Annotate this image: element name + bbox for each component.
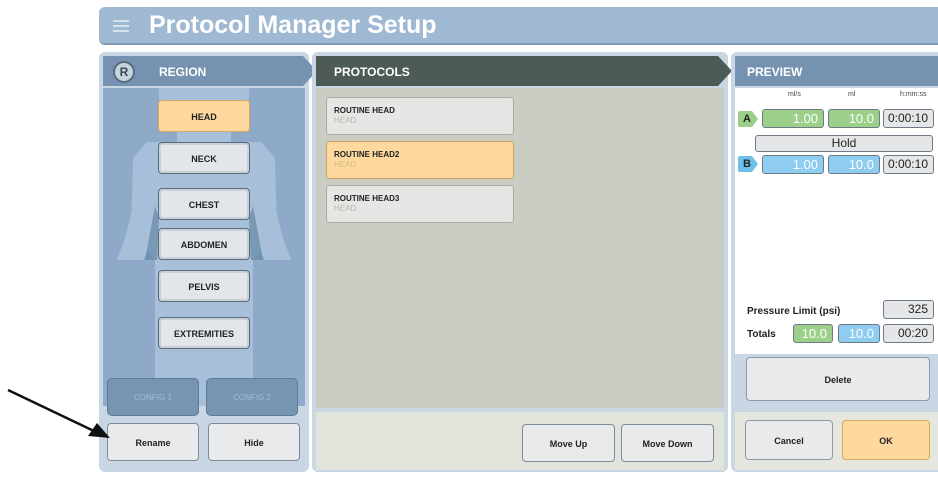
region-chest-button[interactable]: CHEST xyxy=(158,188,250,220)
phase-b-time: 0:00:10 xyxy=(883,155,934,174)
ok-button[interactable]: OK xyxy=(842,420,930,460)
rename-button[interactable]: Rename xyxy=(107,423,199,461)
pressure-limit-value: 325 xyxy=(883,300,934,319)
config-1-button[interactable]: CONFIG 1 xyxy=(107,378,199,416)
time-unit-label: h:mm:ss xyxy=(900,91,927,98)
hold-phase: Hold xyxy=(755,135,933,152)
page-title: Protocol Manager Setup xyxy=(149,11,437,39)
annotation-arrow-icon xyxy=(7,388,110,438)
region-header-label: REGION xyxy=(159,65,207,79)
protocol-item[interactable]: ROUTINE HEAD HEAD xyxy=(326,97,514,135)
protocol-item-selected[interactable]: ROUTINE HEAD2 HEAD xyxy=(326,141,514,179)
region-badge-icon: R xyxy=(113,61,135,83)
region-head-button[interactable]: HEAD xyxy=(158,100,250,132)
totals-time: 00:20 xyxy=(883,324,934,343)
totals-b: 10.0 xyxy=(838,324,880,343)
cancel-button[interactable]: Cancel xyxy=(745,420,833,460)
phase-a-rate: 1.00 xyxy=(762,109,824,128)
totals-label: Totals xyxy=(747,329,776,340)
region-neck-button[interactable]: NECK xyxy=(158,142,250,174)
region-pelvis-button[interactable]: PELVIS xyxy=(158,270,250,302)
phase-a-volume: 10.0 xyxy=(828,109,880,128)
phase-a-time: 0:00:10 xyxy=(883,109,934,128)
phase-b-volume: 10.0 xyxy=(828,155,880,174)
protocol-item[interactable]: ROUTINE HEAD3 HEAD xyxy=(326,185,514,223)
pressure-limit-label: Pressure Limit (psi) xyxy=(747,306,841,317)
volume-unit-label: ml xyxy=(848,91,856,98)
protocol-name: ROUTINE HEAD2 xyxy=(334,150,400,159)
menu-icon[interactable] xyxy=(113,20,129,32)
delete-button[interactable]: Delete xyxy=(746,357,930,401)
region-extremities-button[interactable]: EXTREMITIES xyxy=(158,317,250,349)
title-bar: Protocol Manager Setup xyxy=(99,7,938,45)
protocol-region: HEAD xyxy=(334,204,357,213)
protocol-name: ROUTINE HEAD xyxy=(334,106,395,115)
region-abdomen-button[interactable]: ABDOMEN xyxy=(158,228,250,260)
config-2-button[interactable]: CONFIG 2 xyxy=(206,378,298,416)
protocol-region: HEAD xyxy=(334,116,357,125)
hide-button[interactable]: Hide xyxy=(208,423,300,461)
protocols-list xyxy=(316,88,724,408)
totals-a: 10.0 xyxy=(793,324,833,343)
move-up-button[interactable]: Move Up xyxy=(522,424,615,462)
protocols-header: PROTOCOLS xyxy=(316,56,718,86)
phase-b-rate: 1.00 xyxy=(762,155,824,174)
protocol-region: HEAD xyxy=(334,160,357,169)
preview-header-label: PREVIEW xyxy=(747,65,803,79)
rate-unit-label: ml/s xyxy=(788,91,801,98)
protocol-name: ROUTINE HEAD3 xyxy=(334,194,400,203)
move-down-button[interactable]: Move Down xyxy=(621,424,714,462)
preview-header: PREVIEW xyxy=(735,56,938,86)
protocols-header-label: PROTOCOLS xyxy=(334,65,410,79)
protocols-header-arrow xyxy=(718,56,732,86)
